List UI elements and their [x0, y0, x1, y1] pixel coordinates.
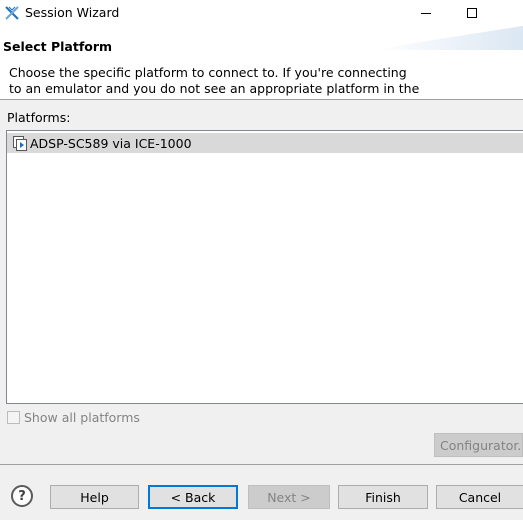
page-title: Select Platform: [3, 39, 113, 54]
minimize-button[interactable]: [403, 0, 449, 26]
configurator-button[interactable]: Configurator...: [434, 433, 523, 457]
maximize-button[interactable]: [449, 0, 495, 26]
show-all-platforms-label: Show all platforms: [24, 410, 140, 425]
platforms-label: Platforms:: [7, 110, 71, 125]
maximize-icon: [467, 8, 477, 18]
checkbox-box[interactable]: [7, 411, 20, 424]
x-icon: [5, 6, 19, 20]
show-all-platforms-checkbox[interactable]: Show all platforms: [7, 410, 140, 425]
title-bar: Session Wizard: [0, 0, 523, 26]
list-item[interactable]: ADSP-SC589 via ICE-1000: [7, 133, 523, 153]
window-title: Session Wizard: [25, 5, 120, 20]
back-button[interactable]: < Back: [148, 485, 238, 509]
minimize-icon: [421, 12, 431, 14]
page-description: Choose the specific platform to connect …: [9, 65, 420, 96]
next-button[interactable]: Next >: [248, 485, 330, 509]
banner-decoration: [373, 26, 523, 50]
cancel-button[interactable]: Cancel: [436, 485, 523, 509]
platform-icon: [13, 136, 27, 151]
platform-item-label: ADSP-SC589 via ICE-1000: [30, 135, 192, 151]
wizard-header: Select Platform Choose the specific plat…: [0, 26, 523, 99]
help-button[interactable]: Help: [50, 485, 139, 509]
finish-button[interactable]: Finish: [338, 485, 428, 509]
wizard-footer: ? Help < Back Next > Finish Cancel: [0, 465, 523, 520]
wizard-content: Platforms: ADSP-SC589 via ICE-1000 Show …: [0, 100, 523, 464]
help-icon[interactable]: ?: [11, 485, 33, 507]
platform-list[interactable]: ADSP-SC589 via ICE-1000: [6, 130, 523, 404]
